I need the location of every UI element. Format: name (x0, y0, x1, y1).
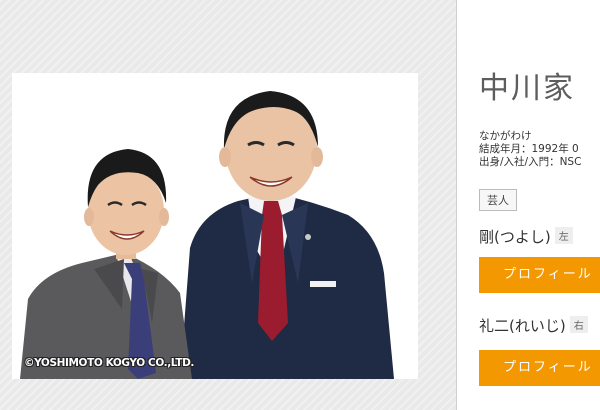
member-name-label: 剛(つよし) (479, 228, 551, 246)
left-pane: ©YOSHIMOTO KOGYO CO.,LTD. (0, 0, 456, 410)
group-name-title: 中川家 (479, 71, 575, 106)
copyright-caption: ©YOSHIMOTO KOGYO CO.,LTD. (24, 357, 195, 369)
profile-meta: なかがわけ 結成年月：1992年 0 出身/入社/入門：NSC (479, 130, 581, 169)
position-badge: 右 (569, 316, 588, 333)
comedy-duo-photo (12, 73, 418, 379)
origin-info: 出身/入社/入門：NSC (479, 156, 582, 168)
formation-date: 結成年月：1992年 0 (479, 143, 579, 155)
category-tag[interactable]: 芸人 (479, 189, 517, 211)
name-reading: なかがわけ (479, 130, 532, 142)
member-name-label: 礼二(れいじ) (479, 317, 566, 335)
profile-button-reiji[interactable]: プロフィール (479, 350, 600, 386)
profile-photo: ©YOSHIMOTO KOGYO CO.,LTD. (12, 73, 418, 379)
member-name-tsuyoshi: 剛(つよし) 左 (479, 226, 573, 247)
profile-panel: 中川家 なかがわけ 結成年月：1992年 0 出身/入社/入門：NSC 芸人 剛… (456, 0, 600, 410)
profile-button-tsuyoshi[interactable]: プロフィール (479, 257, 600, 293)
member-name-reiji: 礼二(れいじ) 右 (479, 315, 588, 336)
position-badge: 左 (554, 227, 573, 244)
